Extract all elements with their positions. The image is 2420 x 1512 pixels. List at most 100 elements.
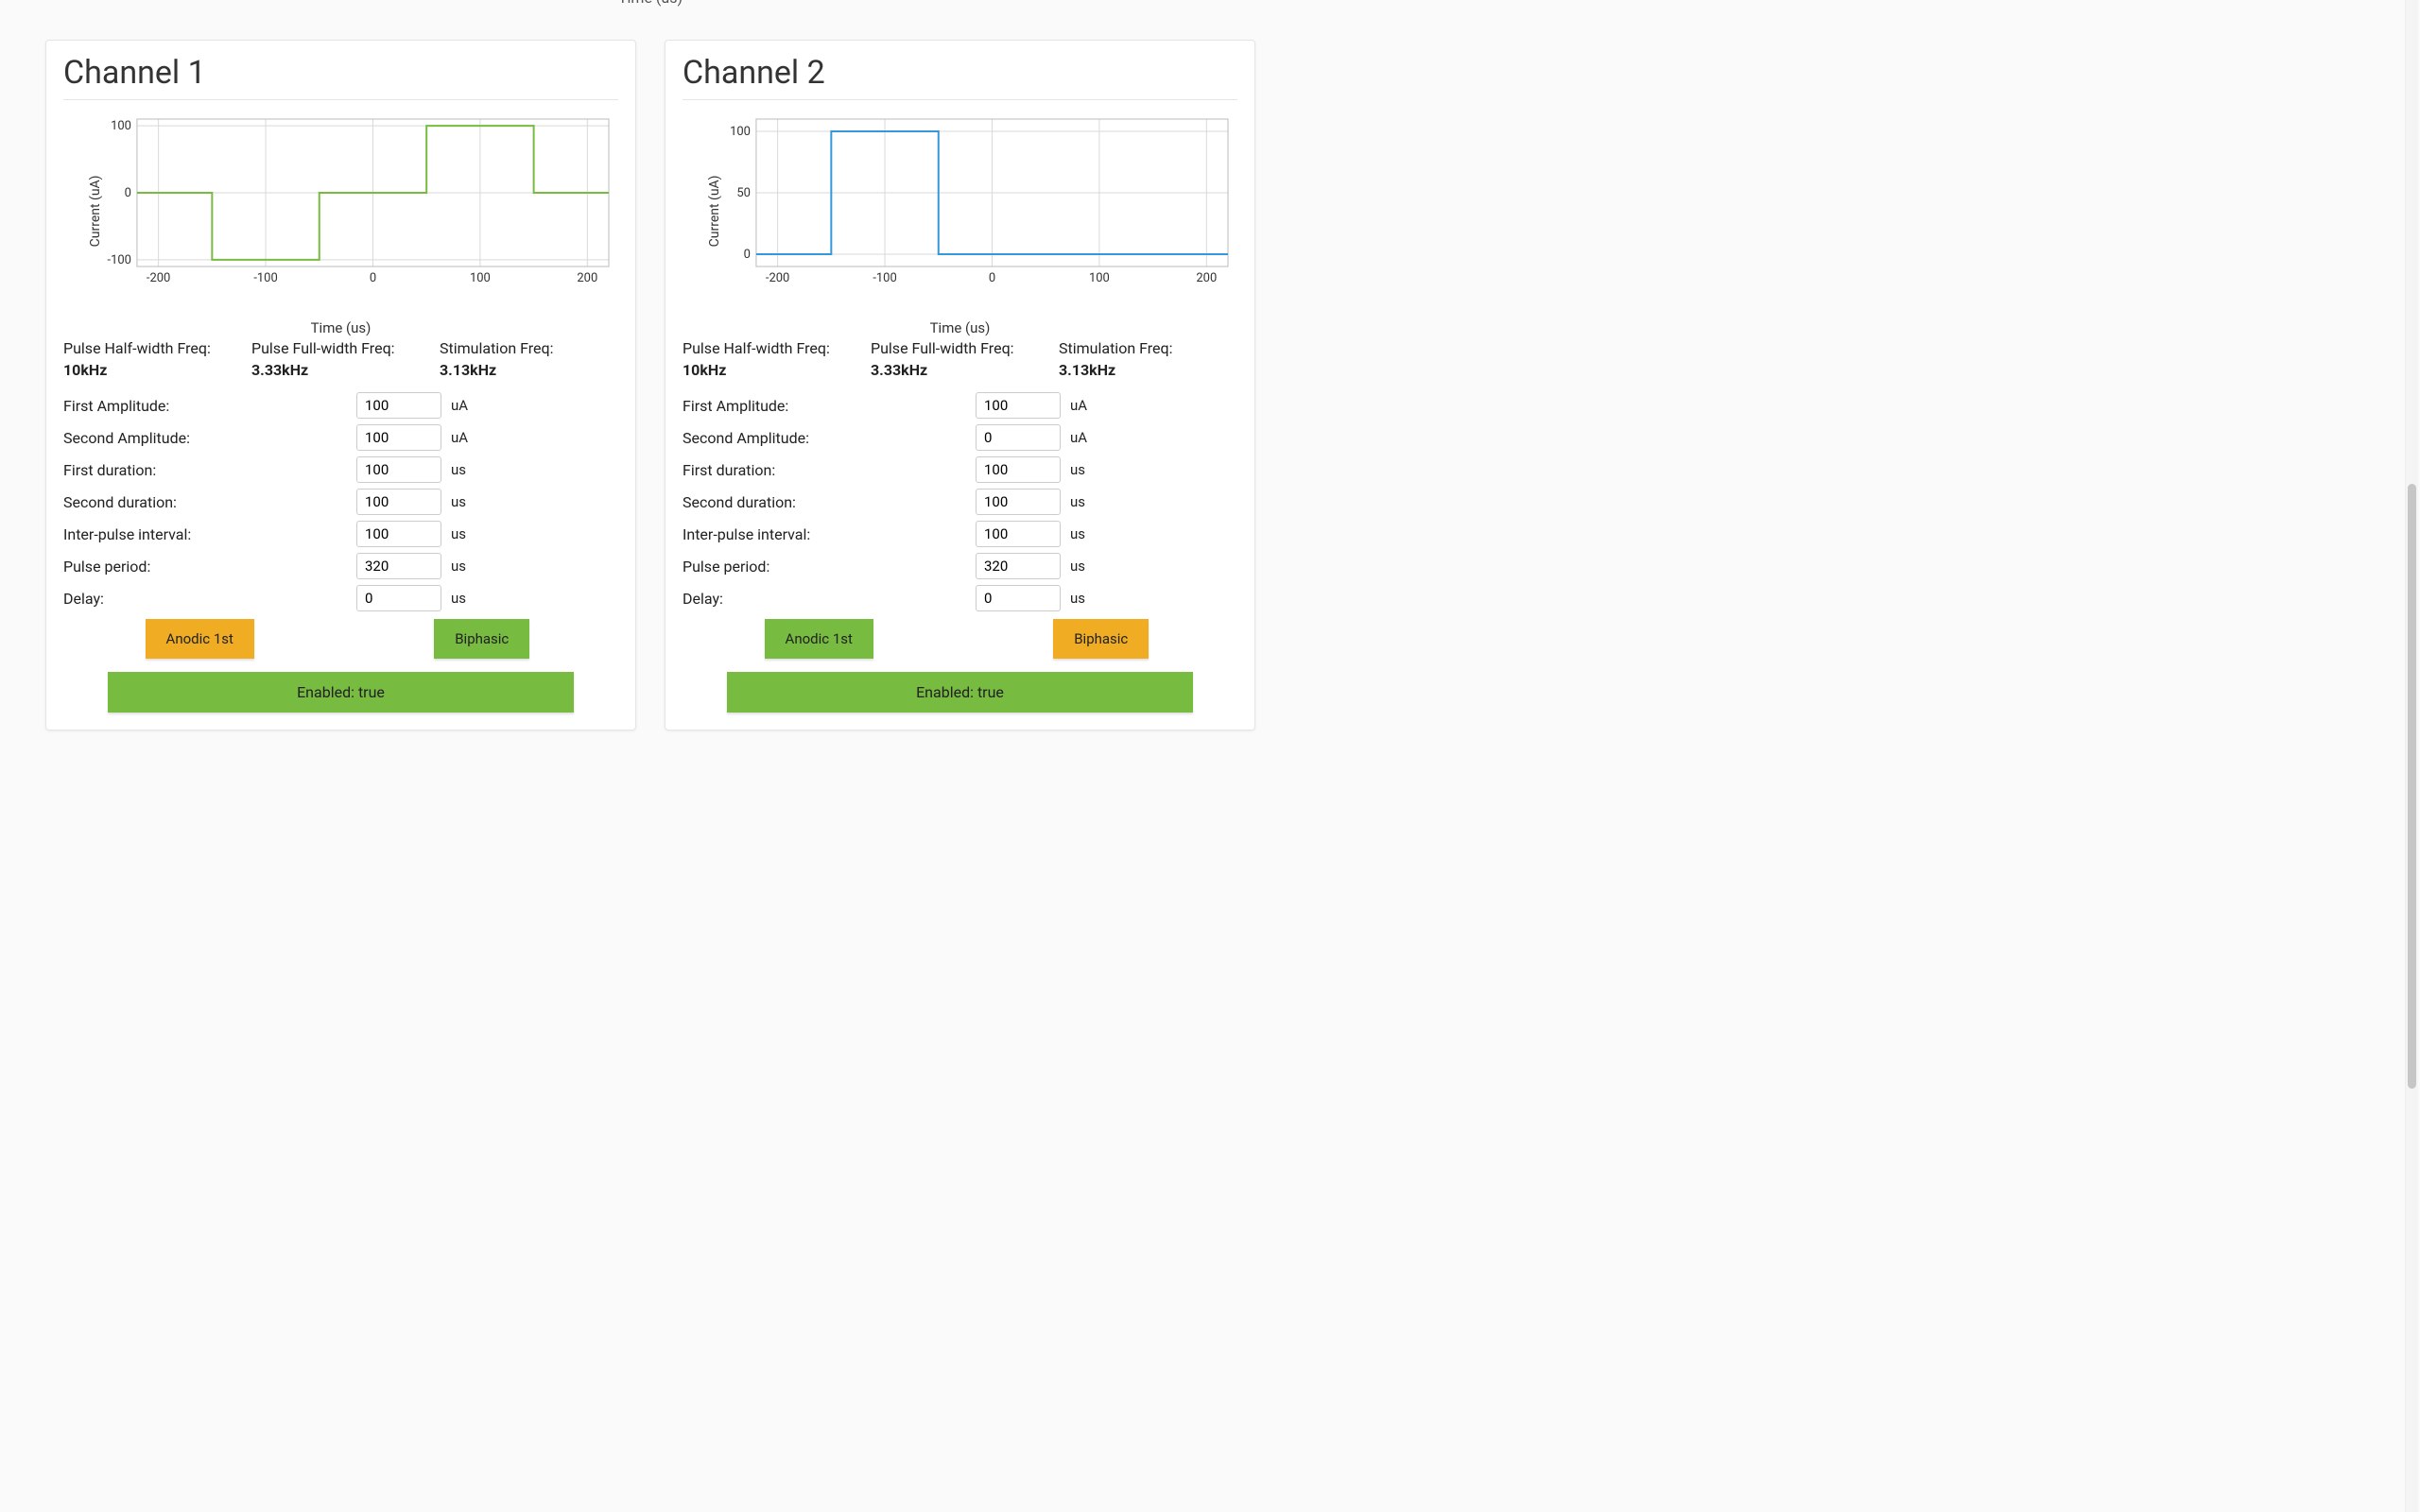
page-top-time-label: Time (us)	[0, 0, 1301, 11]
waveform-chart: Current (uA) -200 -100 0 100 200 -100 0 100	[63, 110, 618, 316]
secondDur-label: Second duration:	[63, 493, 347, 511]
period-row: Pulse period: us	[63, 553, 618, 579]
chart-plot-area: -200 -100 0 100 200 0 50 100	[724, 113, 1234, 289]
delay-unit: us	[451, 590, 479, 607]
ipi-input[interactable]	[976, 521, 1061, 547]
pulse-half-width-freq-label: Pulse Half-width Freq:	[63, 338, 242, 359]
divider	[63, 99, 618, 100]
chart-plot-area: -200 -100 0 100 200 -100 0 100	[105, 113, 614, 289]
secondDur-label: Second duration:	[683, 493, 966, 511]
stimulation-freq-label: Stimulation Freq:	[440, 338, 618, 359]
secondAmp-input[interactable]	[976, 424, 1061, 451]
scrollbar-thumb[interactable]	[2408, 484, 2416, 1089]
svg-text:-200: -200	[766, 271, 789, 285]
ipi-label: Inter-pulse interval:	[63, 525, 347, 543]
ipi-row: Inter-pulse interval: us	[683, 521, 1237, 547]
secondAmp-row: Second Amplitude: uA	[683, 424, 1237, 451]
delay-input[interactable]	[976, 585, 1061, 611]
svg-text:0: 0	[370, 271, 376, 285]
svg-text:-200: -200	[147, 271, 170, 285]
channel-title: Channel 2	[683, 54, 1237, 92]
secondDur-input[interactable]	[356, 489, 441, 515]
firstAmp-label: First Amplitude:	[683, 397, 966, 415]
firstDur-unit: us	[1070, 461, 1098, 478]
period-row: Pulse period: us	[683, 553, 1237, 579]
firstDur-input[interactable]	[976, 456, 1061, 483]
firstAmp-input[interactable]	[976, 392, 1061, 419]
firstDur-input[interactable]	[356, 456, 441, 483]
firstAmp-input[interactable]	[356, 392, 441, 419]
secondAmp-label: Second Amplitude:	[683, 429, 966, 447]
ipi-row: Inter-pulse interval: us	[63, 521, 618, 547]
firstAmp-unit: uA	[1070, 397, 1098, 414]
secondDur-unit: us	[1070, 493, 1098, 510]
period-label: Pulse period:	[683, 558, 966, 576]
firstDur-unit: us	[451, 461, 479, 478]
secondAmp-label: Second Amplitude:	[63, 429, 347, 447]
biphasic-button[interactable]: Biphasic	[1053, 619, 1149, 659]
delay-label: Delay:	[683, 590, 966, 608]
chart-ylabel: Current (uA)	[88, 175, 103, 247]
stimulation-freq-value: 3.13kHz	[440, 361, 618, 379]
firstDur-label: First duration:	[683, 461, 966, 479]
svg-text:200: 200	[1196, 271, 1217, 285]
period-input[interactable]	[976, 553, 1061, 579]
svg-text:200: 200	[577, 271, 597, 285]
period-label: Pulse period:	[63, 558, 347, 576]
ipi-unit: us	[451, 525, 479, 542]
secondAmp-row: Second Amplitude: uA	[63, 424, 618, 451]
delay-row: Delay: us	[63, 585, 618, 611]
firstAmp-row: First Amplitude: uA	[683, 392, 1237, 419]
svg-text:0: 0	[744, 248, 751, 262]
anodic-first-button[interactable]: Anodic 1st	[765, 619, 873, 659]
chart-ylabel: Current (uA)	[707, 175, 722, 247]
firstAmp-label: First Amplitude:	[63, 397, 347, 415]
pulse-full-width-freq-label: Pulse Full-width Freq:	[871, 338, 1049, 359]
delay-unit: us	[1070, 590, 1098, 607]
enabled-toggle-button[interactable]: Enabled: true	[727, 672, 1193, 713]
enabled-toggle-button[interactable]: Enabled: true	[108, 672, 574, 713]
delay-label: Delay:	[63, 590, 347, 608]
firstAmp-unit: uA	[451, 397, 479, 414]
vertical-scrollbar[interactable]	[2405, 0, 2418, 1512]
svg-text:-100: -100	[108, 253, 131, 267]
chart-xlabel: Time (us)	[683, 319, 1237, 336]
svg-text:0: 0	[125, 186, 131, 200]
ipi-input[interactable]	[356, 521, 441, 547]
firstDur-row: First duration: us	[683, 456, 1237, 483]
svg-text:-100: -100	[253, 271, 277, 285]
chart-xlabel: Time (us)	[63, 319, 618, 336]
period-unit: us	[1070, 558, 1098, 575]
delay-input[interactable]	[356, 585, 441, 611]
svg-text:-100: -100	[873, 271, 896, 285]
freq-row: Pulse Half-width Freq: 10kHz Pulse Full-…	[63, 338, 618, 379]
firstDur-label: First duration:	[63, 461, 347, 479]
svg-text:100: 100	[111, 119, 131, 133]
secondAmp-unit: uA	[1070, 429, 1098, 446]
biphasic-button[interactable]: Biphasic	[434, 619, 529, 659]
pulse-full-width-freq-label: Pulse Full-width Freq:	[251, 338, 430, 359]
svg-text:0: 0	[989, 271, 995, 285]
pulse-full-width-freq-value: 3.33kHz	[251, 361, 430, 379]
secondDur-row: Second duration: us	[63, 489, 618, 515]
firstDur-row: First duration: us	[63, 456, 618, 483]
anodic-first-button[interactable]: Anodic 1st	[146, 619, 254, 659]
divider	[683, 99, 1237, 100]
pulse-half-width-freq-value: 10kHz	[63, 361, 242, 379]
pulse-half-width-freq-label: Pulse Half-width Freq:	[683, 338, 861, 359]
waveform-chart: Current (uA) -200 -100 0 100 200 0 50 100	[683, 110, 1237, 316]
secondDur-input[interactable]	[976, 489, 1061, 515]
button-row: Anodic 1st Biphasic	[63, 619, 618, 659]
period-input[interactable]	[356, 553, 441, 579]
svg-text:100: 100	[470, 271, 491, 285]
secondDur-unit: us	[451, 493, 479, 510]
svg-text:100: 100	[1089, 271, 1110, 285]
secondAmp-input[interactable]	[356, 424, 441, 451]
freq-row: Pulse Half-width Freq: 10kHz Pulse Full-…	[683, 338, 1237, 379]
svg-text:50: 50	[736, 186, 751, 200]
stimulation-freq-value: 3.13kHz	[1059, 361, 1237, 379]
svg-text:100: 100	[730, 125, 751, 139]
secondDur-row: Second duration: us	[683, 489, 1237, 515]
button-row: Anodic 1st Biphasic	[683, 619, 1237, 659]
delay-row: Delay: us	[683, 585, 1237, 611]
